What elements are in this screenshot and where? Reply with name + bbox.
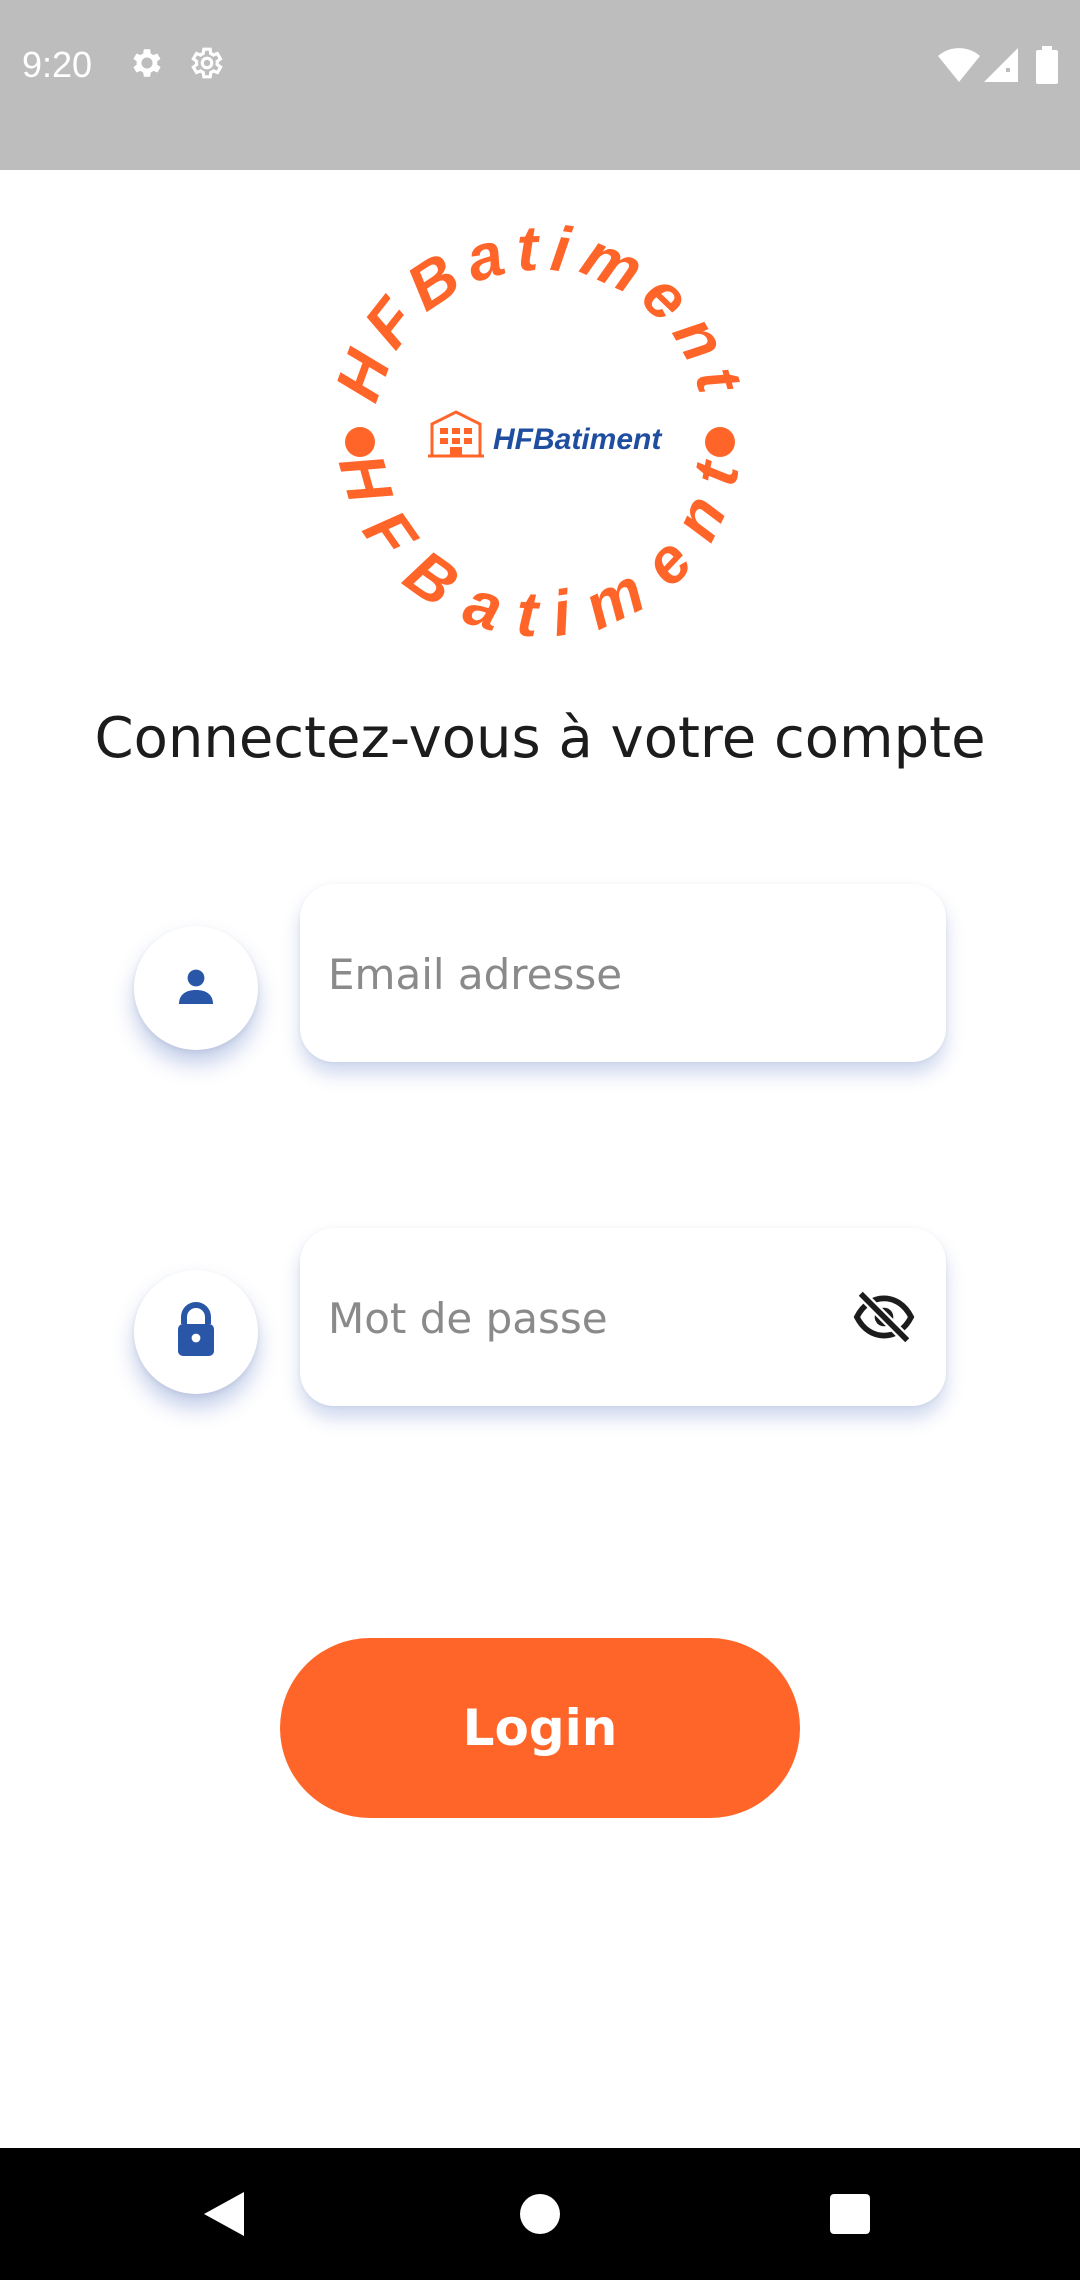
- back-icon[interactable]: [186, 2176, 262, 2252]
- login-heading: Connectez-vous à votre compte: [94, 706, 986, 771]
- wifi-icon: [938, 48, 980, 86]
- logo-ring-text-bottom: HFBatiment: [330, 446, 750, 645]
- lock-icon: [172, 1302, 220, 1362]
- recents-icon[interactable]: [812, 2176, 888, 2252]
- settings-outline-icon: [188, 44, 226, 86]
- logo-inner-text: HFBatiment: [493, 423, 663, 456]
- login-button[interactable]: Login: [280, 1638, 800, 1818]
- logo-dot-left: [345, 427, 375, 457]
- password-field[interactable]: [300, 1228, 946, 1408]
- settings-icon: [128, 44, 166, 86]
- building-icon: [428, 410, 484, 458]
- email-badge: [134, 926, 258, 1050]
- brand-logo: HFBatiment HFBatiment HFBatiment: [321, 212, 750, 651]
- home-icon[interactable]: [502, 2176, 578, 2252]
- login-screen: 9:20 FBatimen HFBatiment HFBatiment Conn…: [0, 0, 1080, 2280]
- logo-ring-text-top: HFBatiment: [330, 225, 750, 410]
- navigation-bar: [0, 2148, 1080, 2280]
- status-time: 9:20: [22, 44, 93, 85]
- password-badge: [134, 1270, 258, 1394]
- password-input[interactable]: [326, 1228, 850, 1408]
- status-bar: 9:20: [0, 0, 1080, 170]
- email-input[interactable]: [326, 884, 850, 1064]
- email-field[interactable]: [300, 884, 946, 1064]
- eye-off-icon[interactable]: [852, 1285, 916, 1349]
- logo-dot-right: [705, 427, 735, 457]
- battery-icon: [1036, 46, 1058, 88]
- cellular-signal-icon: [984, 48, 1018, 86]
- person-icon: [172, 962, 220, 1014]
